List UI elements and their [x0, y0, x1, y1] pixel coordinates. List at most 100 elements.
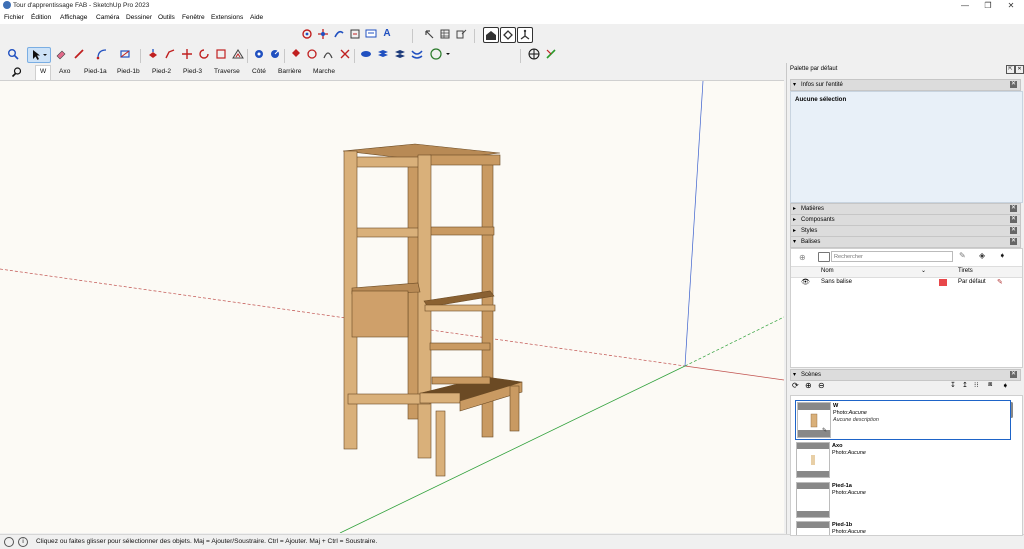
orbit-tool-icon[interactable] — [300, 27, 314, 41]
close-icon[interactable]: ✕ — [1010, 371, 1017, 378]
component-icon[interactable] — [305, 47, 319, 61]
tab-marche[interactable]: Marche — [309, 66, 339, 78]
scene-item-pied-1a[interactable]: Pied-1a Photo:Aucune — [795, 481, 1009, 519]
axes-tool-icon[interactable] — [527, 47, 541, 61]
info-icon[interactable]: i — [18, 537, 28, 547]
tab-axo[interactable]: Axo — [55, 66, 74, 78]
tab-pied-3[interactable]: Pied-3 — [179, 66, 206, 78]
move-scene-up-icon[interactable]: ↥ — [962, 381, 968, 389]
extension-manager-icon[interactable] — [517, 27, 533, 43]
3d-text-icon[interactable]: A — [380, 27, 394, 41]
move-tool-icon[interactable] — [180, 47, 194, 61]
tab-traverse[interactable]: Traverse — [210, 66, 244, 78]
close-icon[interactable]: ✕ — [1010, 81, 1017, 88]
text-tool-icon[interactable] — [364, 27, 378, 41]
scene-details-icon[interactable]: ➧ — [1002, 381, 1009, 390]
tab-cote[interactable]: Côté — [248, 66, 270, 78]
tags-search-input[interactable] — [831, 251, 953, 262]
sort-chevron-icon[interactable]: ⌄ — [921, 267, 926, 274]
paint-bucket-icon[interactable] — [289, 47, 303, 61]
col-name[interactable]: Nom — [821, 268, 834, 274]
model-canvas[interactable] — [0, 81, 784, 533]
menu-aide[interactable]: Aide — [250, 14, 263, 21]
scene-item-pied-1b[interactable]: Pied-1b Photo:Aucune — [795, 520, 1009, 535]
follow-me-icon[interactable] — [163, 47, 177, 61]
entity-info-header[interactable]: ▾ Infos sur l'entité ✕ — [790, 79, 1021, 91]
flip-icon[interactable] — [427, 47, 455, 61]
close-icon[interactable]: ✕ — [1010, 227, 1017, 234]
protractor-icon[interactable] — [268, 47, 282, 61]
rectangle-tool-icon[interactable] — [118, 47, 132, 61]
scale-tool-icon[interactable] — [214, 47, 228, 61]
menu-dessiner[interactable]: Dessiner — [126, 14, 152, 21]
scene-item-w[interactable]: W Photo:Aucune Aucune description ✎ — [795, 400, 1011, 440]
col-dashes[interactable]: Tirets — [958, 268, 973, 274]
tag-dashes[interactable]: Par défaut — [958, 279, 986, 285]
tape-measure-icon[interactable] — [252, 47, 266, 61]
add-scene-icon[interactable]: ⊕ — [805, 381, 812, 390]
pan-tool-icon[interactable] — [316, 27, 330, 41]
warehouse-icon[interactable] — [483, 27, 499, 43]
menu-fichier[interactable]: Fichier — [4, 14, 24, 21]
add-tag-icon[interactable]: ⊕ — [799, 253, 806, 262]
minimize-button[interactable]: — — [954, 0, 976, 11]
model-viewport[interactable] — [0, 81, 784, 533]
push-pull-icon[interactable] — [146, 47, 160, 61]
view-options-icon[interactable]: ⁝⁝ — [974, 381, 978, 389]
menu-edition[interactable]: Édition — [31, 14, 51, 21]
menu-camera[interactable]: Caméra — [96, 14, 119, 21]
close-icon[interactable]: ✕ — [1010, 216, 1017, 223]
tab-w[interactable]: W — [35, 65, 52, 80]
layers-icon[interactable] — [376, 47, 390, 61]
offset-tool-icon[interactable] — [231, 47, 245, 61]
menu-outils[interactable]: Outils — [158, 14, 175, 21]
visibility-eye-icon[interactable]: 👁 — [801, 278, 810, 286]
tags-header[interactable]: ▾ Balises ✕ — [790, 236, 1021, 248]
tag-row[interactable]: 👁 Sans balise Par défaut ✎ — [791, 278, 1022, 288]
move-scene-down-icon[interactable]: ↧ — [950, 381, 956, 389]
remove-scene-icon[interactable]: ⊖ — [818, 381, 825, 390]
line-tool-icon[interactable] — [72, 47, 86, 61]
close-button[interactable]: ✕ — [1000, 0, 1022, 11]
tag-tools-icon[interactable]: ◈ — [979, 251, 985, 260]
scenes-header[interactable]: ▾ Scènes ✕ — [790, 369, 1021, 381]
close-icon[interactable]: ✕ — [1010, 238, 1017, 245]
section-plane-icon[interactable] — [348, 27, 362, 41]
search-icon[interactable] — [10, 65, 24, 79]
eraser-tool-icon[interactable] — [54, 47, 68, 61]
refresh-scene-icon[interactable]: ⟳ — [792, 381, 799, 390]
maximize-button[interactable]: ❐ — [977, 0, 999, 11]
geolocation-icon[interactable] — [4, 537, 14, 547]
undo-icon[interactable] — [422, 27, 436, 41]
export-icon[interactable] — [454, 27, 468, 41]
zoom-extents-icon[interactable] — [338, 47, 352, 61]
tab-pied-1a[interactable]: Pied-1a — [80, 66, 111, 78]
tray-close-icon[interactable]: ✕ — [1015, 65, 1024, 74]
menu-extensions[interactable]: Extensions — [211, 14, 243, 21]
tab-pied-1b[interactable]: Pied-1b — [113, 66, 144, 78]
menu-fenetre[interactable]: Fenêtre — [182, 14, 205, 21]
drape-icon[interactable] — [410, 47, 424, 61]
close-icon[interactable]: ✕ — [1010, 205, 1017, 212]
extension-warehouse-icon[interactable] — [500, 27, 516, 43]
scene-item-axo[interactable]: Axo Photo:Aucune — [795, 441, 1009, 479]
edit-pencil-icon[interactable]: ✎ — [822, 427, 827, 434]
select-tool-icon[interactable] — [27, 47, 51, 63]
details-arrow-icon[interactable]: ➧ — [999, 251, 1006, 260]
search-icon[interactable] — [6, 47, 20, 61]
sandbox-icon[interactable] — [359, 47, 373, 61]
tab-barriere[interactable]: Barrière — [274, 66, 305, 78]
look-around-icon[interactable] — [321, 47, 335, 61]
pencil-icon[interactable]: ✎ — [997, 278, 1003, 286]
position-camera-icon[interactable] — [544, 47, 558, 61]
arc-tool-icon[interactable] — [95, 47, 109, 61]
table-icon[interactable] — [438, 27, 452, 41]
tray-pin-icon[interactable]: ⇱ — [1006, 65, 1015, 74]
add-folder-icon[interactable] — [818, 252, 830, 262]
rotate-tool-icon[interactable] — [197, 47, 211, 61]
color-by-tag-icon[interactable]: ✎ — [959, 251, 966, 260]
tab-pied-2[interactable]: Pied-2 — [148, 66, 175, 78]
thumbnail-icon[interactable]: ⧈ — [988, 381, 992, 389]
zoom-tool-icon[interactable] — [332, 27, 346, 41]
menu-affichage[interactable]: Affichage — [60, 14, 87, 21]
